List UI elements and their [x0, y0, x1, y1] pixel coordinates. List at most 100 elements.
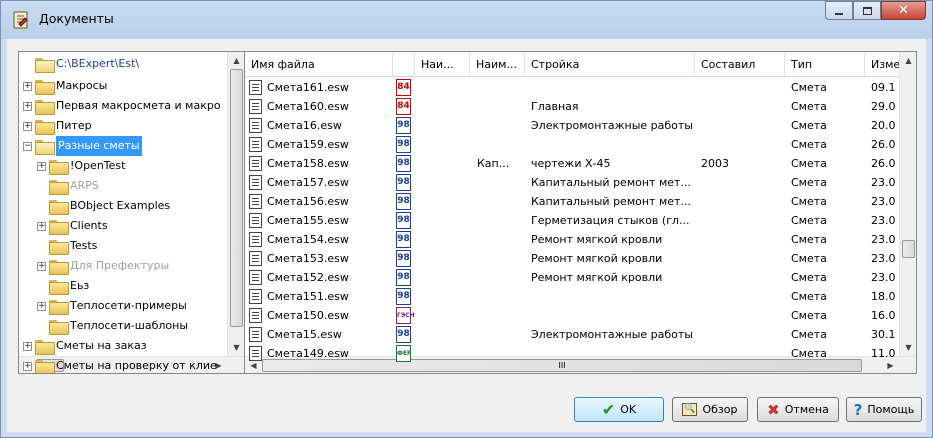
document-icon	[249, 118, 262, 133]
browse-icon: 🔍	[682, 403, 698, 416]
expand-icon[interactable]: +	[23, 101, 32, 111]
expand-icon[interactable]: +	[37, 301, 46, 311]
tree-item[interactable]: + !OpenTest	[37, 156, 125, 176]
folder-icon	[35, 79, 55, 95]
norm-base-badge-icon: 98	[396, 117, 411, 134]
minimize-icon	[835, 12, 843, 15]
close-button[interactable]: ✕	[881, 1, 926, 20]
expand-icon[interactable]: +	[23, 81, 32, 91]
table-row[interactable]: 98 Смета156.esw Капитальный ремонт мет... С…	[245, 192, 901, 211]
tree-item[interactable]: Tests	[37, 236, 97, 256]
help-button[interactable]: ? Помощь	[846, 397, 922, 422]
column-header[interactable]	[393, 52, 415, 77]
norm-base-badge-icon: 98	[396, 326, 411, 343]
table-row[interactable]: 98 Смета15.esw Электромонтажные работы Смет…	[245, 325, 901, 344]
tree-item-label: Сметы на проверку от клие	[56, 359, 217, 372]
tree-item[interactable]: + Питер	[23, 116, 92, 136]
help-label: Помощь	[867, 403, 915, 416]
scroll-down-icon[interactable]: ▼	[228, 339, 244, 356]
scroll-up-icon[interactable]: ▲	[228, 52, 244, 69]
tree-item[interactable]: − Разные сметы	[23, 136, 142, 156]
maximize-button[interactable]	[853, 1, 881, 20]
tree-item[interactable]: + Сметы на заказ	[23, 336, 147, 356]
tree-item[interactable]: + Первая макросмета и макро	[23, 96, 221, 116]
folder-icon	[49, 259, 69, 275]
scroll-down-icon[interactable]: ▼	[900, 339, 916, 356]
cell-mod: 23.0	[871, 176, 896, 189]
column-header[interactable]: Наи...	[415, 52, 470, 77]
list-vscroll-thumb[interactable]	[902, 240, 915, 258]
column-header[interactable]: Тип	[785, 52, 865, 77]
tree-item[interactable]: + Теплосети-примеры	[37, 296, 187, 316]
folder-icon	[35, 119, 55, 135]
table-row[interactable]: 98 Смета155.esw Герметизация стыков (гл...…	[245, 211, 901, 230]
cell-name: Смета15.esw	[267, 328, 342, 341]
table-row[interactable]: 98 Смета151.esw Смета 18.0	[245, 287, 901, 306]
minimize-button[interactable]	[825, 1, 853, 20]
tree-item[interactable]: BObject Examples	[37, 196, 170, 216]
tree-item-label: Теплосети-примеры	[70, 299, 187, 312]
table-row[interactable]: 98 Смета152.esw Ремонт мягкой кровли Смета 2…	[245, 268, 901, 287]
document-icon	[249, 270, 262, 285]
tree-item-label: Tests	[70, 239, 98, 252]
tree-item-label: Разные сметы	[56, 136, 142, 156]
table-row[interactable]: ГЭСН Смета150.esw Смета 16.0	[245, 306, 901, 325]
tree-item[interactable]: C:\BExpert\Est\	[23, 54, 139, 74]
tree-item[interactable]: ARPS	[37, 176, 99, 196]
list-vscroll[interactable]: ▲ ▼	[899, 52, 916, 373]
tree-item[interactable]: + Сметы на проверку от клие	[23, 356, 217, 373]
cancel-button[interactable]: ✖ Отмена	[757, 397, 839, 422]
table-row[interactable]: 98 Смета16.esw Электромонтажные работы Смет…	[245, 116, 901, 135]
cell-type: Смета	[791, 309, 827, 322]
expand-icon[interactable]: +	[23, 121, 32, 131]
tree-item[interactable]: + Макросы	[23, 76, 107, 96]
documents-dialog: Документы ✕ ▲ ▼ ◀ III ▶ C:\BExpert\Est\+…	[0, 0, 933, 438]
column-header[interactable]: Имя файла	[245, 52, 393, 77]
table-row[interactable]: 98 Смета159.esw Смета 26.0	[245, 135, 901, 154]
ok-button[interactable]: ✔ OK	[574, 397, 664, 422]
tree-item-label: C:\BExpert\Est\	[56, 57, 140, 70]
table-row[interactable]: 98 Смета154.esw Ремонт мягкой кровли Смета 2…	[245, 230, 901, 249]
ok-label: OK	[620, 403, 637, 416]
norm-base-badge-icon: ГЭСН	[396, 307, 415, 324]
cell-name: Смета161.esw	[267, 81, 349, 94]
expand-icon[interactable]: +	[37, 161, 46, 171]
table-row[interactable]: 98 Смета157.esw Капитальный ремонт мет... С…	[245, 173, 901, 192]
column-header[interactable]: Стройка	[525, 52, 695, 77]
cell-site: Главная	[531, 100, 579, 113]
table-row[interactable]: 98 Смета153.esw Ремонт мягкой кровли Смета 2…	[245, 249, 901, 268]
table-row[interactable]: ФЕР Смета149.esw Смета 11.0	[245, 344, 901, 363]
cell-site: Электромонтажные работы	[531, 328, 693, 341]
collapse-icon[interactable]: −	[23, 141, 32, 151]
folder-icon	[35, 339, 55, 355]
title-bar[interactable]: Документы ✕	[1, 1, 932, 39]
expand-icon[interactable]: +	[37, 261, 46, 271]
window-title: Документы	[39, 11, 114, 26]
scroll-up-icon[interactable]: ▲	[900, 52, 916, 69]
cell-mod: 09.1	[871, 81, 896, 94]
expand-icon[interactable]: +	[23, 341, 32, 351]
column-header[interactable]: Составил	[695, 52, 785, 77]
tree-item-label: Теплосети-шаблоны	[70, 319, 189, 332]
table-row[interactable]: 84 Смета161.esw Смета 09.1	[245, 78, 901, 97]
cancel-label: Отмена	[784, 403, 829, 416]
tree-item-label: Еьз	[70, 279, 90, 292]
tree-item[interactable]: + Для Префектуры	[37, 256, 169, 276]
table-row[interactable]: 98 Смета158.esw Кап... чертежи Х-45 2003 Смет…	[245, 154, 901, 173]
expand-icon[interactable]: +	[37, 221, 46, 231]
folder-icon	[49, 279, 69, 295]
tree-item[interactable]: + Clients	[37, 216, 108, 236]
table-row[interactable]: 84 Смета160.esw Главная Смета 29.0	[245, 97, 901, 116]
folder-tree[interactable]: ▲ ▼ ◀ III ▶ C:\BExpert\Est\+Макросы+Перв…	[18, 51, 245, 374]
cell-mod: 18.0	[871, 290, 896, 303]
browse-button[interactable]: 🔍 Обзор	[672, 397, 748, 422]
column-header[interactable]: Наим...	[470, 52, 525, 77]
tree-item-label: !OpenTest	[70, 159, 126, 172]
file-list[interactable]: Имя файла Наи... Наим... Стройка Составил Тип…	[244, 51, 917, 374]
tree-vscroll[interactable]: ▲ ▼	[227, 52, 244, 373]
expand-icon[interactable]: +	[23, 361, 32, 371]
norm-base-badge-icon: 98	[396, 269, 411, 286]
tree-item[interactable]: Еьз	[37, 276, 89, 296]
tree-item[interactable]: Теплосети-шаблоны	[37, 316, 188, 336]
tree-vscroll-thumb[interactable]	[230, 69, 243, 327]
